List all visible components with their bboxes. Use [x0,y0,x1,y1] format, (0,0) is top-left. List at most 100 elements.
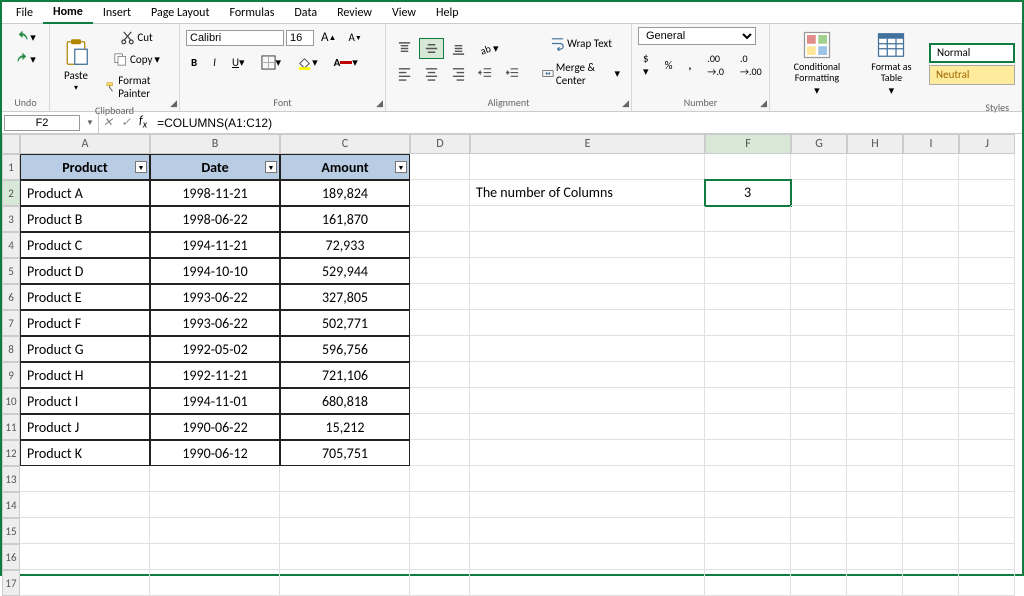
cell-G7[interactable] [791,310,847,336]
cell-B10[interactable]: 1994-11-01 [150,388,280,414]
select-all-corner[interactable] [2,134,20,154]
cell-C12[interactable]: 705,751 [280,440,410,466]
cell-D3[interactable] [410,206,470,232]
fill-color-button[interactable]: ▾ [292,52,323,73]
cell-F1[interactable] [705,154,791,180]
column-header-E[interactable]: E [470,134,705,154]
cell-J9[interactable] [959,362,1015,388]
cell-B7[interactable]: 1993-06-22 [150,310,280,336]
conditional-formatting-button[interactable]: Conditional Formatting ▾ [776,27,858,100]
menu-item-insert[interactable]: Insert [93,3,141,23]
align-bottom-button[interactable] [446,38,471,59]
row-header-8[interactable]: 8 [2,336,20,362]
cell-C4[interactable]: 72,933 [280,232,410,258]
align-center-button[interactable] [419,63,444,84]
cell-D12[interactable] [410,440,470,466]
cell-style-neutral[interactable]: Neutral [929,65,1015,85]
cell-E12[interactable] [470,440,705,466]
cell-E3[interactable] [470,206,705,232]
align-right-button[interactable] [446,63,471,84]
cell-H8[interactable] [847,336,903,362]
cell-E4[interactable] [470,232,705,258]
cell-H1[interactable] [847,154,903,180]
cell-G8[interactable] [791,336,847,362]
cell-F3[interactable] [705,206,791,232]
cell-H2[interactable] [847,180,903,206]
cell-A4[interactable]: Product C [20,232,150,258]
cell-A17[interactable] [20,570,150,596]
alignment-dialog-launcher[interactable]: ◢ [622,98,629,109]
orientation-button[interactable]: ab▾ [473,38,504,59]
cell-E10[interactable] [470,388,705,414]
cell-E15[interactable] [470,518,705,544]
cell-H3[interactable] [847,206,903,232]
number-dialog-launcher[interactable]: ◢ [760,98,767,109]
percent-button[interactable]: % [660,56,678,75]
increase-decimal-button[interactable]: .00→.0 [702,49,729,81]
cell-E6[interactable] [470,284,705,310]
cell-E9[interactable] [470,362,705,388]
menu-item-formulas[interactable]: Formulas [219,3,284,23]
cell-B16[interactable] [150,544,280,570]
cell-C15[interactable] [280,518,410,544]
cell-A15[interactable] [20,518,150,544]
cell-E11[interactable] [470,414,705,440]
cell-A7[interactable]: Product F [20,310,150,336]
column-header-A[interactable]: A [20,134,150,154]
cell-F5[interactable] [705,258,791,284]
cell-F10[interactable] [705,388,791,414]
row-header-7[interactable]: 7 [2,310,20,336]
cell-B13[interactable] [150,466,280,492]
cell-C13[interactable] [280,466,410,492]
menu-item-home[interactable]: Home [43,2,93,24]
cell-G16[interactable] [791,544,847,570]
cell-D11[interactable] [410,414,470,440]
cell-A5[interactable]: Product D [20,258,150,284]
cell-I1[interactable] [903,154,959,180]
clipboard-dialog-launcher[interactable]: ◢ [170,98,177,109]
cell-A12[interactable]: Product K [20,440,150,466]
cell-J11[interactable] [959,414,1015,440]
cell-I11[interactable] [903,414,959,440]
cell-D17[interactable] [410,570,470,596]
row-header-10[interactable]: 10 [2,388,20,414]
format-as-table-button[interactable]: Format as Table ▾ [862,27,921,100]
cell-J5[interactable] [959,258,1015,284]
cell-F7[interactable] [705,310,791,336]
cell-J6[interactable] [959,284,1015,310]
cell-H16[interactable] [847,544,903,570]
row-header-9[interactable]: 9 [2,362,20,388]
merge-center-button[interactable]: Merge & Center ▾ [537,58,625,90]
cell-H9[interactable] [847,362,903,388]
cell-I6[interactable] [903,284,959,310]
cells-area[interactable]: Product▼Date▼Amount▼Product A1998-11-211… [20,154,1015,596]
cell-F6[interactable] [705,284,791,310]
cell-F15[interactable] [705,518,791,544]
copy-button[interactable]: Copy ▾ [100,49,173,70]
cell-H4[interactable] [847,232,903,258]
cell-C16[interactable] [280,544,410,570]
cell-C7[interactable]: 502,771 [280,310,410,336]
cell-J8[interactable] [959,336,1015,362]
cell-G13[interactable] [791,466,847,492]
cell-J17[interactable] [959,570,1015,596]
cell-G14[interactable] [791,492,847,518]
cell-I7[interactable] [903,310,959,336]
font-dialog-launcher[interactable]: ◢ [376,98,383,109]
cell-I13[interactable] [903,466,959,492]
menu-item-view[interactable]: View [382,3,426,23]
font-size-select[interactable] [286,30,314,46]
filter-icon[interactable]: ▼ [135,161,147,173]
cell-F16[interactable] [705,544,791,570]
formula-bar-input[interactable] [151,114,1022,132]
cell-D13[interactable] [410,466,470,492]
row-header-2[interactable]: 2 [2,180,20,206]
cell-I15[interactable] [903,518,959,544]
cell-H14[interactable] [847,492,903,518]
cell-H12[interactable] [847,440,903,466]
cell-E7[interactable] [470,310,705,336]
cell-D14[interactable] [410,492,470,518]
cell-E2[interactable]: The number of Columns [470,180,705,206]
increase-font-button[interactable]: A▲ [316,27,341,48]
decrease-font-button[interactable]: A▼ [343,28,366,47]
